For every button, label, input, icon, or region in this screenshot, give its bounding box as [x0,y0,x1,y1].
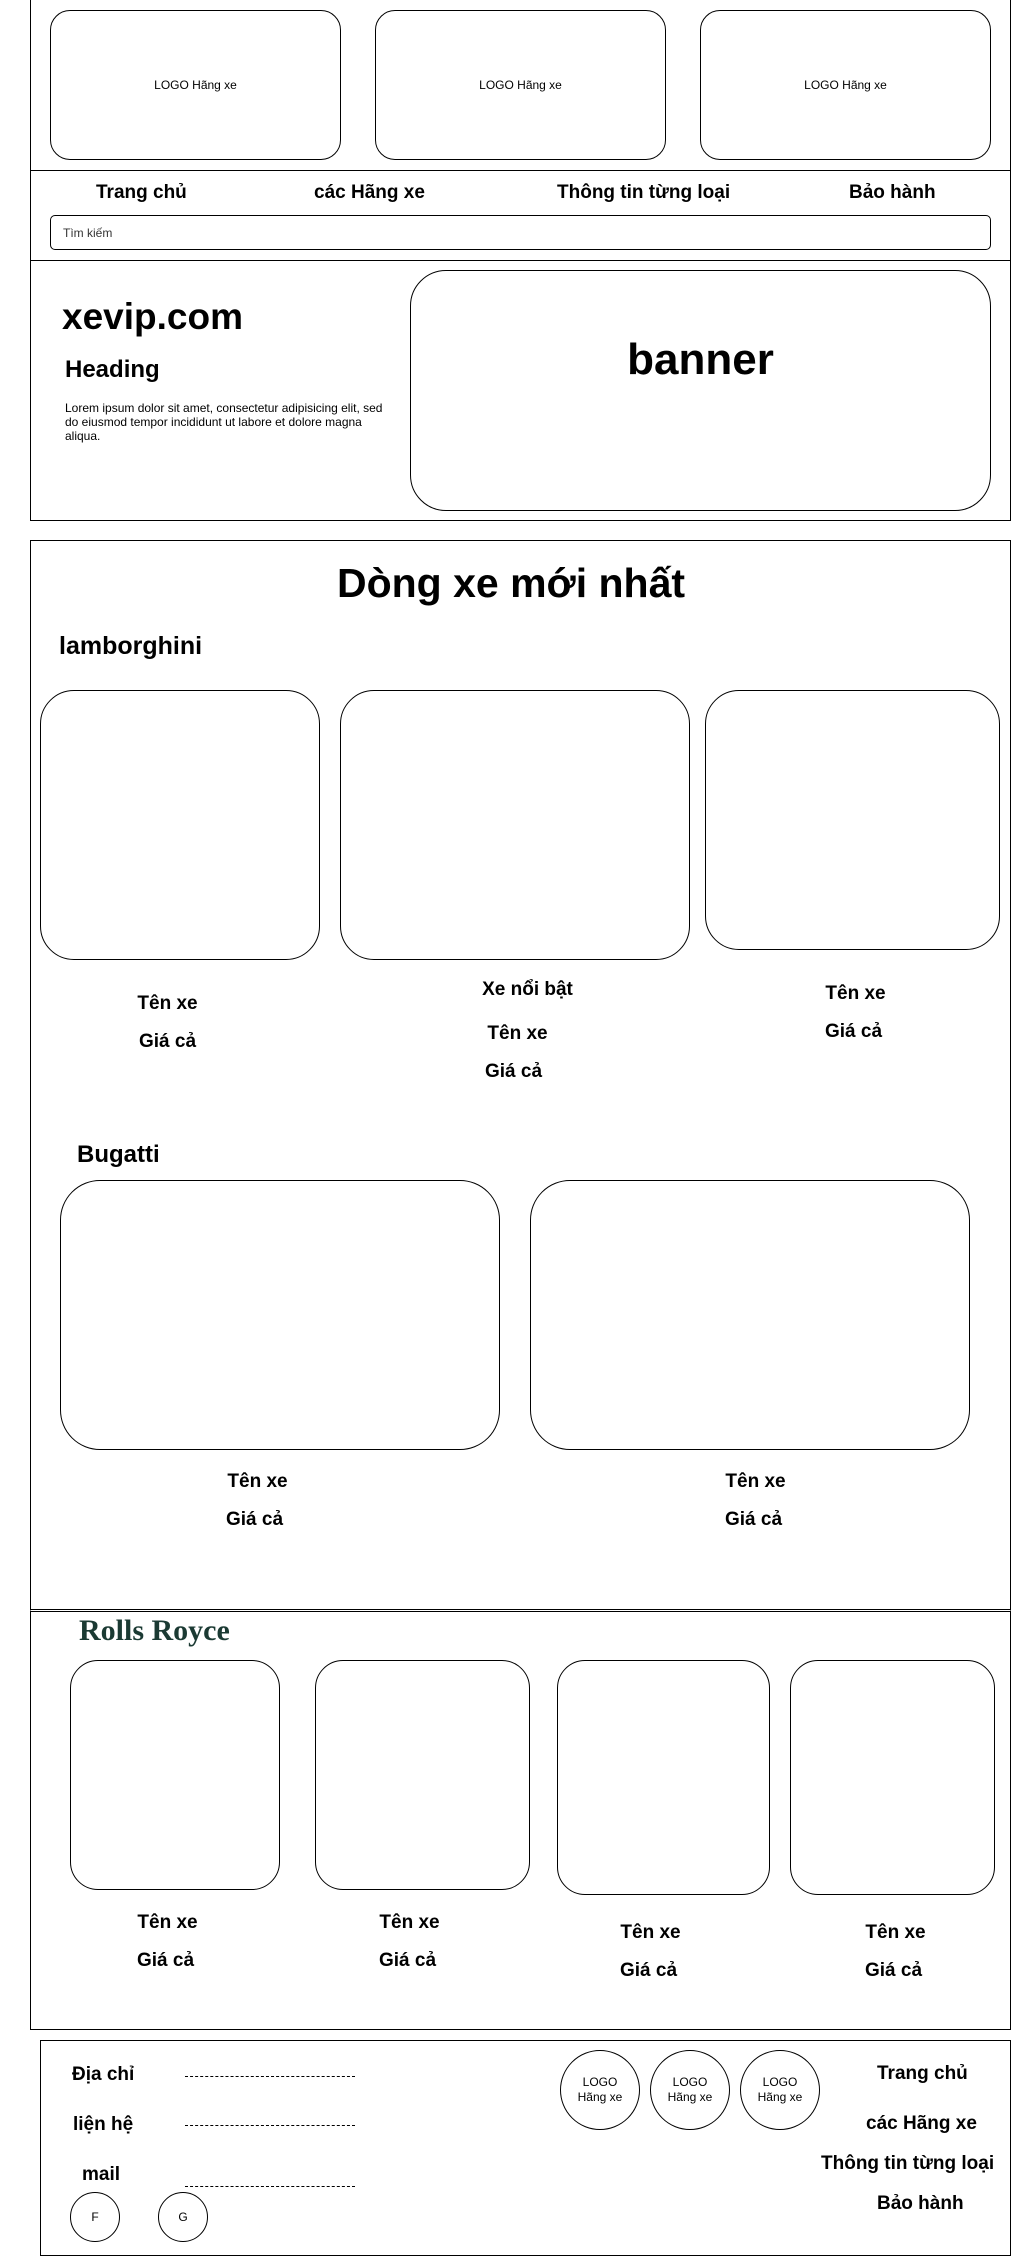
nav-warranty[interactable]: Bảo hành [849,182,936,204]
brand-logo-3[interactable]: LOGO Hãng xe [700,10,991,160]
footer-contact-line [185,2125,355,2126]
footer-link-home[interactable]: Trang chủ [877,2063,968,2085]
brand-logo-2[interactable]: LOGO Hãng xe [375,10,666,160]
footer-mail-line [185,2186,355,2187]
facebook-icon[interactable]: F [70,2192,120,2242]
featured-car-label: Xe nổi bật [482,979,573,1000]
car-price: Giá cả [136,1950,195,1971]
footer-address-line [185,2076,355,2077]
site-name: xevip.com [62,296,243,337]
car-name: Tên xe [620,1922,681,1943]
brand-title-rolls-royce: Rolls Royce [79,1614,230,1647]
car-name: Tên xe [379,1912,440,1933]
car-name: Tên xe [227,1471,288,1492]
nav-model-info[interactable]: Thông tin từng loại [557,182,730,204]
brand-logo-1[interactable]: LOGO Hãng xe [50,10,341,160]
hero-body-text: Lorem ipsum dolor sit amet, consectetur … [65,401,383,443]
car-name: Tên xe [137,993,198,1014]
banner[interactable]: banner [410,270,991,511]
car-name: Tên xe [865,1922,926,1943]
banner-label: banner [627,335,774,384]
footer-contact-label: liện hệ [73,2114,134,2135]
car-price: Giá cả [619,1960,678,1981]
nav-brands[interactable]: các Hãng xe [314,182,425,204]
car-name: Tên xe [137,1912,198,1933]
footer-address-label: Địa chỉ [72,2064,135,2085]
search-input[interactable]: Tìm kiếm [50,215,991,250]
car-card-image[interactable] [60,1180,500,1450]
car-price: Giá cả [824,1021,883,1042]
car-name: Tên xe [487,1023,548,1044]
car-price: Giá cả [378,1950,437,1971]
car-price: Giá cả [724,1509,783,1530]
car-card-image[interactable] [315,1660,530,1890]
footer-brand-logo-1[interactable]: LOGO Hãng xe [560,2050,640,2130]
brand-title-bugatti: Bugatti [77,1141,160,1168]
footer-mail-label: mail [82,2164,121,2185]
car-price: Giá cả [138,1031,197,1052]
car-name: Tên xe [825,983,886,1004]
footer-brand-logo-3[interactable]: LOGO Hãng xe [740,2050,820,2130]
car-price: Giá cả [484,1061,543,1082]
brand-title-lamborghini: lamborghini [59,632,203,660]
car-price: Giá cả [225,1509,284,1530]
car-card-image-featured[interactable] [340,690,690,960]
car-card-image[interactable] [790,1660,995,1895]
hero-heading: Heading [65,356,160,383]
car-price: Giá cả [864,1960,923,1981]
footer-link-warranty[interactable]: Bảo hành [877,2193,964,2215]
footer-link-brands[interactable]: các Hãng xe [866,2113,977,2135]
car-card-image[interactable] [557,1660,770,1895]
car-card-image[interactable] [530,1180,970,1450]
footer-link-model-info[interactable]: Thông tin từng loại [821,2153,994,2175]
nav-home[interactable]: Trang chủ [96,182,187,204]
car-card-image[interactable] [705,690,1000,950]
car-card-image[interactable] [70,1660,280,1890]
footer-brand-logo-2[interactable]: LOGO Hãng xe [650,2050,730,2130]
google-icon[interactable]: G [158,2192,208,2242]
car-card-image[interactable] [40,690,320,960]
latest-title: Dòng xe mới nhất [336,560,686,606]
car-name: Tên xe [725,1471,786,1492]
